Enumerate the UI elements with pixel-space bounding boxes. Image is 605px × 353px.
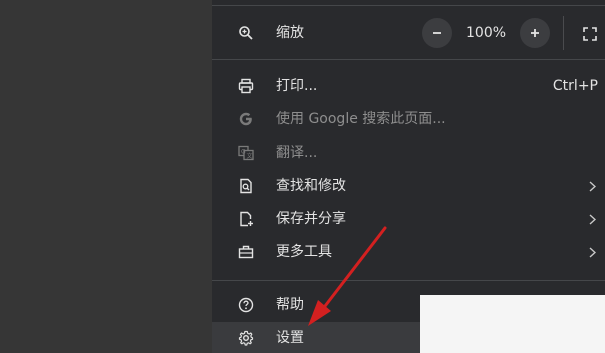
menu-item-label: 保存并分享 — [276, 211, 346, 227]
toolbox-icon — [236, 242, 256, 262]
chevron-right-icon — [587, 176, 597, 196]
svg-text:G: G — [241, 149, 246, 156]
menu-item-label: 更多工具 — [276, 244, 332, 260]
zoom-icon — [236, 23, 256, 43]
google-g-icon — [236, 109, 256, 129]
shortcut-label: Ctrl+P — [552, 78, 598, 94]
menu-item-search-with-google[interactable]: 使用 Google 搜索此页面... — [212, 103, 605, 136]
translate-icon: G 文 — [236, 143, 256, 163]
menu-item-label: 设置 — [276, 330, 304, 346]
menu-separator — [212, 280, 605, 281]
chevron-right-icon — [587, 242, 597, 262]
printer-icon — [236, 76, 256, 96]
fullscreen-icon — [583, 27, 597, 41]
zoom-label: 缩放 — [276, 25, 304, 41]
menu-item-print[interactable]: 打印... Ctrl+P — [212, 70, 605, 103]
gear-icon — [236, 328, 256, 348]
browser-background — [0, 0, 212, 353]
menu-item-save-and-share[interactable]: 保存并分享 — [212, 203, 605, 236]
menu-separator — [212, 59, 605, 60]
zoom-in-button[interactable] — [520, 18, 550, 48]
svg-text:文: 文 — [247, 152, 253, 160]
fullscreen-button[interactable] — [580, 24, 600, 44]
chevron-right-icon — [587, 209, 597, 229]
find-icon — [236, 176, 256, 196]
menu-item-label: 使用 Google 搜索此页面... — [276, 111, 446, 127]
menu-item-find-and-edit[interactable]: 查找和修改 — [212, 170, 605, 203]
menu-item-more-tools[interactable]: 更多工具 — [212, 236, 605, 269]
minus-icon — [433, 32, 441, 34]
zoom-out-button[interactable] — [422, 18, 452, 48]
page-content-area — [420, 295, 605, 353]
save-share-icon — [236, 209, 256, 229]
menu-item-label: 翻译... — [276, 145, 318, 161]
menu-separator — [212, 5, 605, 6]
menu-item-label: 打印... — [276, 78, 318, 94]
menu-item-translate[interactable]: G 文 翻译... — [212, 137, 605, 170]
plus-icon — [531, 29, 539, 37]
zoom-value: 100% — [466, 25, 507, 41]
help-icon — [236, 295, 256, 315]
menu-item-label: 帮助 — [276, 297, 304, 313]
zoom-divider — [563, 16, 564, 50]
menu-item-label: 查找和修改 — [276, 178, 346, 194]
